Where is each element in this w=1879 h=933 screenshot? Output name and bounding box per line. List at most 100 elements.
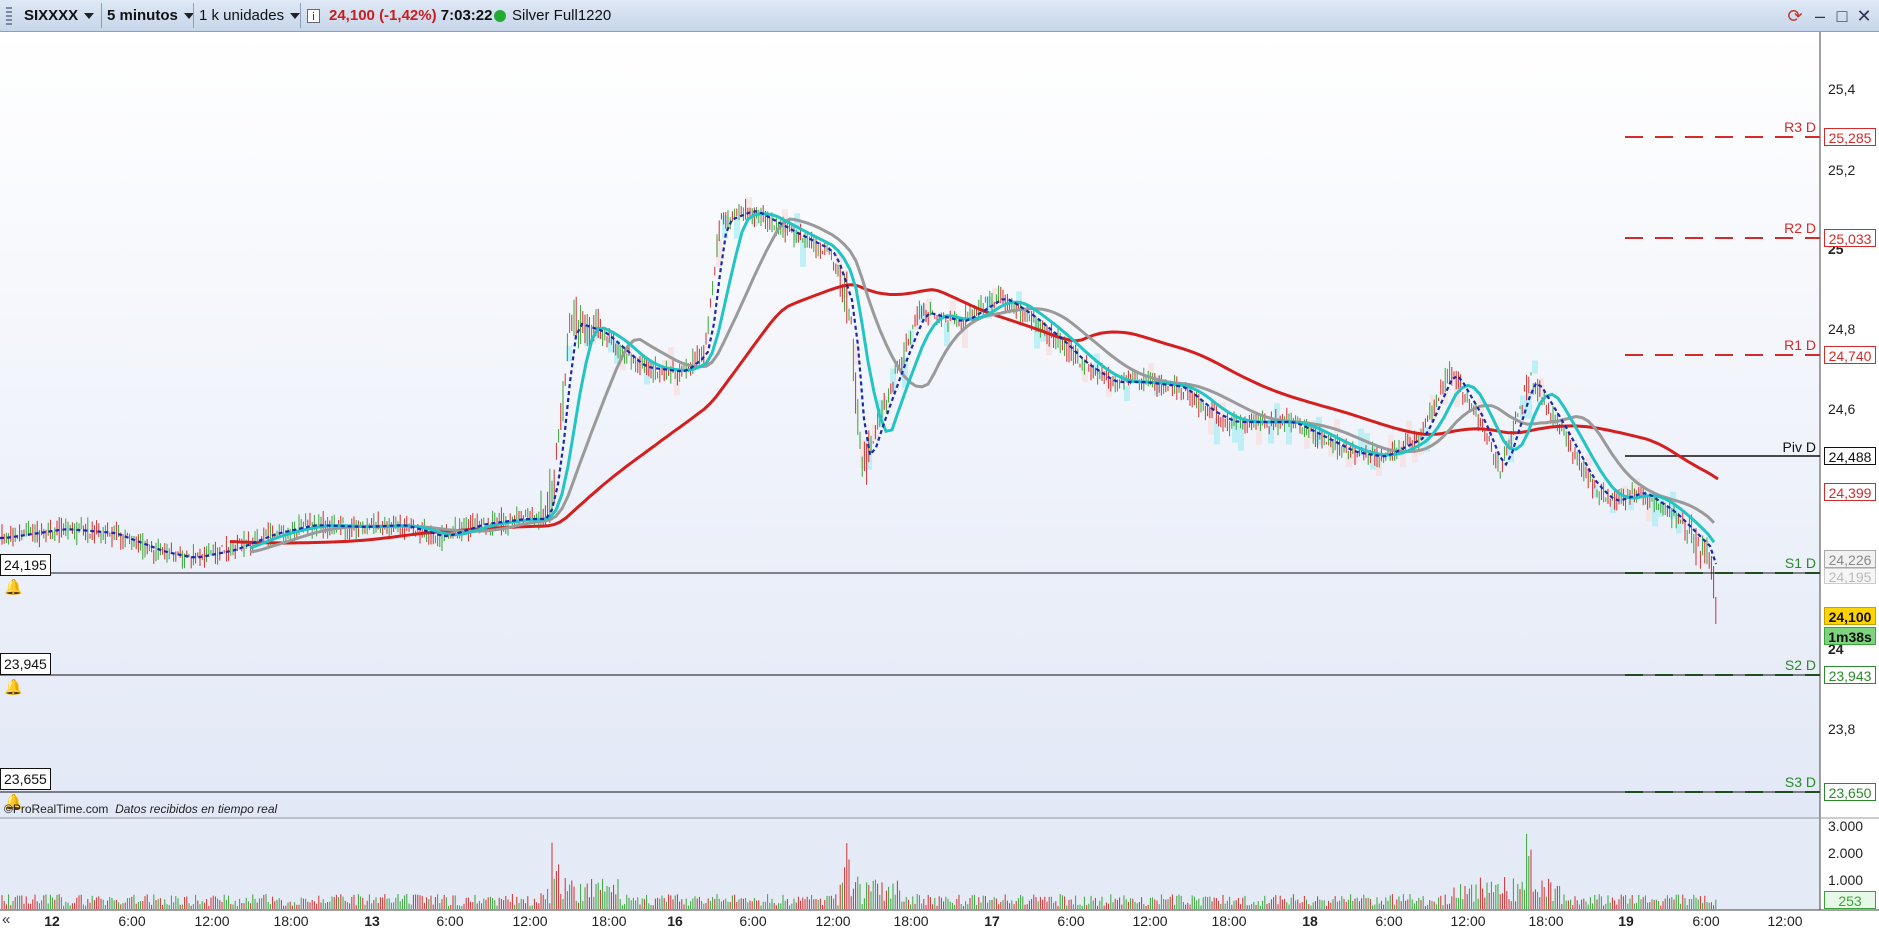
cloud-segment	[1274, 403, 1280, 420]
cloud-segment	[1124, 386, 1130, 401]
timeframe-dropdown[interactable]: 5 minutos	[103, 3, 198, 28]
time-axis-label: 6:00	[1057, 913, 1085, 929]
volume-last-tag: 253	[1824, 891, 1876, 909]
time-axis-label: 18:00	[273, 913, 309, 929]
volume-axis-label: 2.000	[1828, 845, 1864, 861]
time-axis-label: 16	[667, 913, 683, 929]
bell-icon[interactable]: 🔔	[4, 679, 23, 697]
separator	[300, 3, 301, 28]
close-icon[interactable]: ✕	[1854, 6, 1874, 26]
volume-pane-background	[0, 818, 1820, 910]
alert-price-box[interactable]: 23,655	[0, 768, 51, 790]
pivot-label-s3: S3 D	[1784, 774, 1816, 790]
pivot-tag-r3: 25,285	[1824, 128, 1876, 146]
time-axis-label: 12:00	[1767, 913, 1803, 929]
countdown-tag: 1m38s	[1824, 627, 1876, 645]
pivot-tag-r1: 24,740	[1824, 346, 1876, 364]
time-axis-label: 6:00	[1692, 913, 1720, 929]
symbol-dropdown[interactable]: SIXXXX	[20, 3, 98, 28]
toolbar-grip[interactable]	[6, 7, 12, 25]
symbol-label: SIXXXX	[24, 7, 79, 24]
separator	[193, 3, 194, 28]
time-axis-label: 12:00	[194, 913, 230, 929]
ma-faded-tag: 24,195	[1824, 568, 1876, 585]
volume-axis-label: 3.000	[1828, 818, 1864, 834]
pivot-tag-s2: 23,943	[1824, 666, 1876, 684]
separator	[101, 3, 102, 28]
live-status-dot	[494, 10, 506, 22]
time-axis-label: 19	[1618, 913, 1634, 929]
pivot-tag-r2: 25,033	[1824, 229, 1876, 247]
price-axis-label: 23,8	[1828, 721, 1856, 737]
pivot-label-pivot: Piv D	[1782, 439, 1816, 455]
cloud-segment	[1208, 408, 1214, 435]
timeframe-label: 5 minutos	[107, 7, 178, 24]
time-axis-label: 6:00	[118, 913, 146, 929]
ma-gray-tag: 24,226	[1824, 550, 1876, 568]
brand-label: ©ProRealTime.com	[4, 802, 109, 816]
cloud-segment	[1256, 426, 1262, 445]
time-axis-label: 18:00	[893, 913, 929, 929]
time-axis-label: 6:00	[436, 913, 464, 929]
cloud-segment	[860, 439, 866, 469]
cloud-segment	[926, 298, 932, 324]
pivot-label-s1: S1 D	[1784, 555, 1816, 571]
alert-price-box[interactable]: 23,945	[0, 653, 51, 675]
bell-icon[interactable]: 🔔	[4, 579, 23, 597]
restore-icon[interactable]: □	[1832, 6, 1852, 26]
data-status-label: Datos recibidos en tiempo real	[115, 802, 278, 816]
pivot-label-r3: R3 D	[1784, 119, 1816, 135]
time-axis-label: 12:00	[815, 913, 851, 929]
pivot-label-r1: R1 D	[1784, 337, 1816, 353]
ma-red-tag: 24,399	[1824, 483, 1876, 501]
last-price: 24,100	[329, 7, 375, 24]
cloud-segment	[1538, 378, 1544, 401]
time-axis-label: 12:00	[512, 913, 548, 929]
account-label: Silver Full1220	[508, 3, 615, 28]
time-axis-label: 18:00	[1528, 913, 1564, 929]
time-axis-label: 17	[984, 913, 1000, 929]
quote-time: 7:03:22	[440, 7, 493, 24]
time-axis-label: 6:00	[739, 913, 767, 929]
footer-status: ©ProRealTime.com Datos recibidos en tiem…	[4, 802, 277, 816]
pivot-tag-s3: 23,650	[1824, 783, 1876, 801]
time-axis-label: 13	[364, 913, 380, 929]
last-price-tag: 24,100	[1824, 607, 1876, 625]
price-axis-label: 24,6	[1828, 401, 1856, 417]
info-icon[interactable]: i	[307, 9, 320, 23]
price-change: (-1,42%)	[379, 7, 437, 24]
time-axis-label: 6:00	[1375, 913, 1403, 929]
price-axis-label: 24,8	[1828, 321, 1856, 337]
quote-summary: 24,100 (-1,42%) 7:03:22	[325, 3, 496, 28]
units-dropdown[interactable]: 1 k unidades	[195, 3, 304, 28]
chevron-down-icon	[84, 12, 95, 19]
time-axis-label: 12:00	[1132, 913, 1168, 929]
cloud-segment	[1520, 395, 1526, 419]
pivot-tag-pivot: 24,488	[1824, 447, 1876, 465]
units-label: 1 k unidades	[199, 7, 285, 24]
price-axis-label: 25,2	[1828, 162, 1856, 178]
alert-price-box[interactable]: 24,195	[0, 554, 51, 576]
minimize-icon[interactable]: –	[1810, 6, 1830, 26]
time-axis-label: 12:00	[1450, 913, 1486, 929]
time-axis-label: 18:00	[591, 913, 627, 929]
price-axis-label: 25,4	[1828, 81, 1856, 97]
cloud-segment	[944, 322, 950, 347]
volume-axis-label: 1.000	[1828, 872, 1864, 888]
cloud-segment	[1430, 395, 1436, 421]
time-axis-label: 12	[44, 913, 60, 929]
cloud-segment	[1082, 366, 1088, 383]
account-name: Silver Full1220	[512, 7, 612, 24]
toolbar: SIXXXX 5 minutos 1 k unidades i 24,100 (…	[0, 0, 1879, 32]
cloud-segment	[1652, 499, 1658, 527]
cloud-segment	[1532, 360, 1538, 374]
cloud-segment	[1034, 320, 1040, 349]
cloud-segment	[734, 219, 740, 239]
chevron-down-icon	[290, 12, 301, 19]
pivot-label-s2: S2 D	[1784, 657, 1816, 673]
time-axis-label: 18:00	[1211, 913, 1247, 929]
scroll-left-button[interactable]: «	[2, 911, 10, 928]
price-pane-background	[0, 32, 1820, 818]
price-chart[interactable]	[0, 32, 1879, 933]
refresh-icon[interactable]: ⟳	[1785, 6, 1805, 26]
